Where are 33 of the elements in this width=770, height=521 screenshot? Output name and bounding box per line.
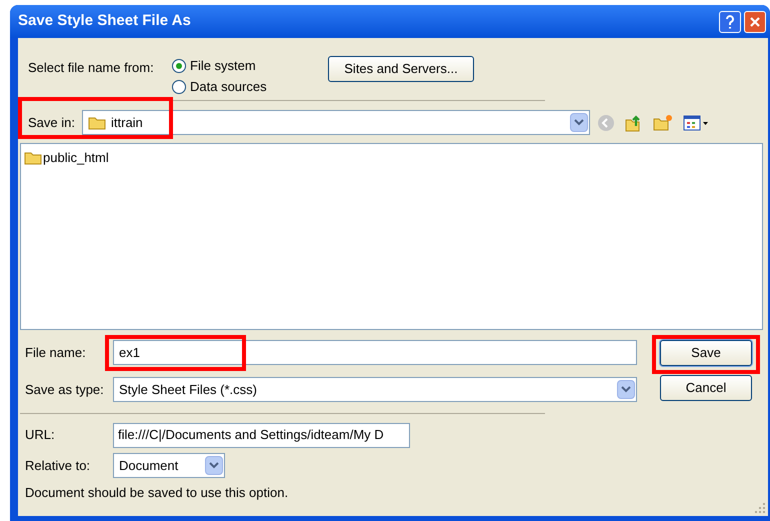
save-in-dropdown[interactable]: ittrain bbox=[82, 110, 590, 135]
resize-grip-icon bbox=[755, 503, 766, 514]
radio-label: File system bbox=[190, 56, 256, 75]
close-button[interactable] bbox=[744, 10, 766, 32]
radio-button[interactable] bbox=[172, 80, 186, 94]
save-button[interactable]: Save bbox=[660, 340, 752, 366]
relative-to-label: Relative to: bbox=[25, 456, 92, 475]
folder-name: public_html bbox=[43, 149, 109, 167]
help-button[interactable] bbox=[719, 10, 741, 32]
file-name-field[interactable]: ex1 bbox=[113, 340, 637, 365]
close-icon bbox=[749, 16, 761, 28]
sites-and-servers-button[interactable]: Sites and Servers... bbox=[328, 56, 474, 82]
folder-item[interactable]: public_html bbox=[24, 148, 109, 168]
view-menu-icon[interactable] bbox=[683, 114, 709, 132]
file-name-label: File name: bbox=[25, 344, 87, 362]
relative-to-dropdown[interactable]: Document bbox=[113, 453, 225, 478]
info-text: Document should be saved to use this option. bbox=[24, 484, 288, 502]
window-title: Save Style Sheet File As bbox=[18, 11, 192, 32]
save-as-type-value: Style Sheet Files (*.css) bbox=[118, 380, 258, 399]
save-as-type-label: Save as type: bbox=[25, 380, 105, 399]
save-in-label: Save in: bbox=[28, 114, 76, 132]
url-label: URL: bbox=[25, 426, 56, 444]
save-as-type-dropdown[interactable]: Style Sheet Files (*.css) bbox=[113, 377, 637, 402]
cancel-button[interactable]: Cancel bbox=[660, 375, 752, 401]
folder-icon bbox=[88, 116, 106, 130]
save-in-value: ittrain bbox=[111, 114, 144, 132]
help-icon bbox=[725, 14, 735, 28]
url-field[interactable]: file:///C|/Documents and Settings/idteam/My D bbox=[113, 422, 410, 448]
folder-icon bbox=[24, 150, 42, 165]
radio-button[interactable] bbox=[172, 58, 186, 72]
select-from-label: Select file name from: bbox=[28, 59, 155, 77]
radio-label: Data sources bbox=[190, 78, 267, 96]
relative-to-value: Document bbox=[118, 456, 180, 475]
